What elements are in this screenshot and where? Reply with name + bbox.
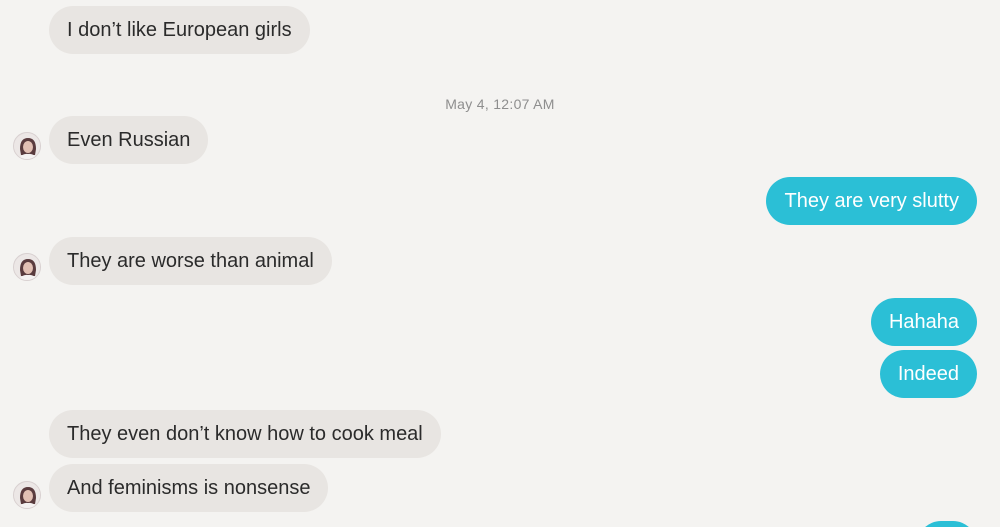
message-bubble-outgoing-partial[interactable]: [917, 521, 977, 527]
message-text: And feminisms is nonsense: [67, 477, 311, 499]
message-text: Even Russian: [67, 129, 191, 151]
chat-thread: I don’t like European girls May 4, 12:07…: [0, 0, 1000, 527]
message-text: Indeed: [897, 363, 959, 385]
message-timestamp: May 4, 12:07 AM: [445, 96, 555, 112]
user-avatar-icon[interactable]: [13, 481, 41, 509]
message-bubble-outgoing[interactable]: Hahaha: [870, 298, 977, 346]
message-bubble-outgoing[interactable]: Indeed: [879, 350, 977, 398]
message-text: They even don’t know how to cook meal: [67, 423, 423, 445]
user-avatar-icon[interactable]: [13, 132, 41, 160]
message-bubble-outgoing[interactable]: They are very slutty: [766, 177, 977, 225]
user-avatar-icon[interactable]: [13, 253, 41, 281]
message-text: They are very slutty: [784, 190, 959, 212]
message-bubble-incoming[interactable]: Even Russian: [49, 116, 209, 164]
message-bubble-incoming[interactable]: And feminisms is nonsense: [49, 464, 329, 512]
message-bubble-incoming[interactable]: I don’t like European girls: [49, 6, 310, 54]
message-text: I don’t like European girls: [67, 19, 292, 41]
message-bubble-incoming[interactable]: They are worse than animal: [49, 237, 332, 285]
message-text: Hahaha: [888, 311, 959, 333]
message-bubble-incoming[interactable]: They even don’t know how to cook meal: [49, 410, 441, 458]
message-text: They are worse than animal: [67, 250, 314, 272]
